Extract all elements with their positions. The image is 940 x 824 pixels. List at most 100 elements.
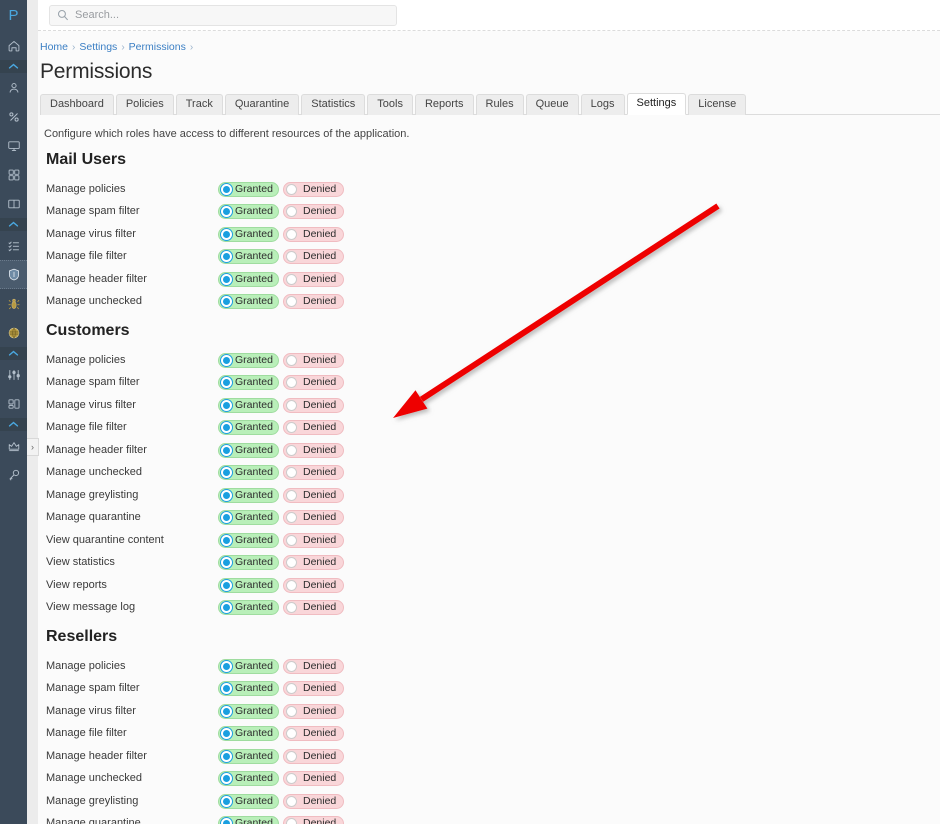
granted-radio-icon[interactable] — [221, 422, 232, 434]
sidebar-item-documentation[interactable] — [0, 189, 27, 218]
sidebar-item-dashboard[interactable] — [0, 389, 27, 418]
granted-radio-icon[interactable] — [221, 795, 232, 807]
granted-radio-option[interactable]: Granted — [218, 397, 279, 413]
granted-radio-icon[interactable] — [221, 206, 232, 218]
app-logo[interactable]: P — [0, 0, 27, 31]
granted-radio-option[interactable]: Granted — [218, 793, 279, 809]
granted-radio-option[interactable]: Granted — [218, 555, 279, 571]
denied-radio-icon[interactable] — [286, 750, 297, 762]
sidebar-section-collapse-15[interactable] — [0, 418, 27, 431]
denied-radio-icon[interactable] — [286, 557, 297, 569]
sidebar-item-network[interactable] — [0, 318, 27, 347]
granted-radio-option[interactable]: Granted — [218, 658, 279, 674]
denied-radio-option[interactable]: Denied — [283, 181, 344, 197]
denied-radio-icon[interactable] — [286, 534, 297, 546]
tab-reports[interactable]: Reports — [414, 94, 474, 115]
breadcrumb-link-settings[interactable]: Settings — [79, 41, 117, 53]
sidebar-expand-handle[interactable]: › — [27, 438, 39, 456]
granted-radio-icon[interactable] — [221, 296, 232, 308]
granted-radio-option[interactable]: Granted — [218, 726, 279, 742]
granted-radio-option[interactable]: Granted — [218, 249, 279, 265]
denied-radio-option[interactable]: Denied — [283, 226, 344, 242]
denied-radio-option[interactable]: Denied — [283, 703, 344, 719]
sidebar-section-collapse-7[interactable] — [0, 218, 27, 231]
sidebar-item-settings[interactable] — [0, 360, 27, 389]
sidebar-item-monitor[interactable] — [0, 131, 27, 160]
sidebar-item-apps[interactable] — [0, 160, 27, 189]
tab-tools[interactable]: Tools — [367, 94, 413, 115]
denied-radio-option[interactable]: Denied — [283, 681, 344, 697]
granted-radio-icon[interactable] — [221, 683, 232, 695]
denied-radio-option[interactable]: Denied — [283, 726, 344, 742]
denied-radio-option[interactable]: Denied — [283, 555, 344, 571]
granted-radio-option[interactable]: Granted — [218, 532, 279, 548]
granted-radio-icon[interactable] — [221, 705, 232, 717]
denied-radio-icon[interactable] — [286, 602, 297, 614]
granted-radio-icon[interactable] — [221, 728, 232, 740]
sidebar-section-collapse-1[interactable] — [0, 60, 27, 73]
search-box[interactable] — [49, 4, 397, 26]
denied-radio-icon[interactable] — [286, 377, 297, 389]
granted-radio-option[interactable]: Granted — [218, 487, 279, 503]
granted-radio-option[interactable]: Granted — [218, 748, 279, 764]
granted-radio-option[interactable]: Granted — [218, 271, 279, 287]
denied-radio-option[interactable]: Denied — [283, 420, 344, 436]
denied-radio-icon[interactable] — [286, 251, 297, 263]
denied-radio-option[interactable]: Denied — [283, 510, 344, 526]
granted-radio-icon[interactable] — [221, 773, 232, 785]
granted-radio-icon[interactable] — [221, 377, 232, 389]
tab-track[interactable]: Track — [175, 94, 223, 115]
sidebar-item-security[interactable] — [0, 260, 27, 289]
granted-radio-option[interactable]: Granted — [218, 510, 279, 526]
denied-radio-icon[interactable] — [286, 422, 297, 434]
granted-radio-icon[interactable] — [221, 579, 232, 591]
granted-radio-icon[interactable] — [221, 467, 232, 479]
denied-radio-option[interactable]: Denied — [283, 487, 344, 503]
granted-radio-icon[interactable] — [221, 602, 232, 614]
denied-radio-option[interactable]: Denied — [283, 816, 344, 824]
granted-radio-option[interactable]: Granted — [218, 294, 279, 310]
granted-radio-option[interactable]: Granted — [218, 703, 279, 719]
granted-radio-icon[interactable] — [221, 818, 232, 824]
tab-license[interactable]: License — [688, 94, 747, 115]
granted-radio-option[interactable]: Granted — [218, 816, 279, 824]
sidebar-item-credentials[interactable] — [0, 460, 27, 489]
tab-logs[interactable]: Logs — [580, 94, 625, 115]
tab-policies[interactable]: Policies — [115, 94, 174, 115]
breadcrumb-link-permissions[interactable]: Permissions — [129, 41, 186, 53]
denied-radio-icon[interactable] — [286, 467, 297, 479]
denied-radio-icon[interactable] — [286, 705, 297, 717]
granted-radio-option[interactable]: Granted — [218, 375, 279, 391]
denied-radio-option[interactable]: Denied — [283, 442, 344, 458]
sidebar-item-tasks[interactable] — [0, 231, 27, 260]
granted-radio-icon[interactable] — [221, 512, 232, 524]
denied-radio-icon[interactable] — [286, 444, 297, 456]
denied-radio-option[interactable]: Denied — [283, 577, 344, 593]
granted-radio-option[interactable]: Granted — [218, 442, 279, 458]
breadcrumb-link-home[interactable]: Home — [40, 41, 68, 53]
sidebar-section-collapse-12[interactable] — [0, 347, 27, 360]
granted-radio-icon[interactable] — [221, 660, 232, 672]
denied-radio-icon[interactable] — [286, 512, 297, 524]
sidebar-item-home[interactable] — [0, 31, 27, 60]
denied-radio-option[interactable]: Denied — [283, 352, 344, 368]
sidebar-item-license[interactable] — [0, 431, 27, 460]
tab-queue[interactable]: Queue — [525, 94, 579, 115]
granted-radio-option[interactable]: Granted — [218, 181, 279, 197]
denied-radio-icon[interactable] — [286, 399, 297, 411]
granted-radio-option[interactable]: Granted — [218, 681, 279, 697]
granted-radio-icon[interactable] — [221, 750, 232, 762]
tab-settings[interactable]: Settings — [626, 93, 687, 115]
denied-radio-icon[interactable] — [286, 579, 297, 591]
denied-radio-icon[interactable] — [286, 206, 297, 218]
denied-radio-option[interactable]: Denied — [283, 465, 344, 481]
denied-radio-icon[interactable] — [286, 273, 297, 285]
granted-radio-icon[interactable] — [221, 251, 232, 263]
denied-radio-option[interactable]: Denied — [283, 204, 344, 220]
search-input[interactable] — [75, 9, 389, 21]
denied-radio-option[interactable]: Denied — [283, 532, 344, 548]
sidebar-item-rates[interactable] — [0, 102, 27, 131]
denied-radio-option[interactable]: Denied — [283, 793, 344, 809]
granted-radio-option[interactable]: Granted — [218, 600, 279, 616]
granted-radio-icon[interactable] — [221, 489, 232, 501]
